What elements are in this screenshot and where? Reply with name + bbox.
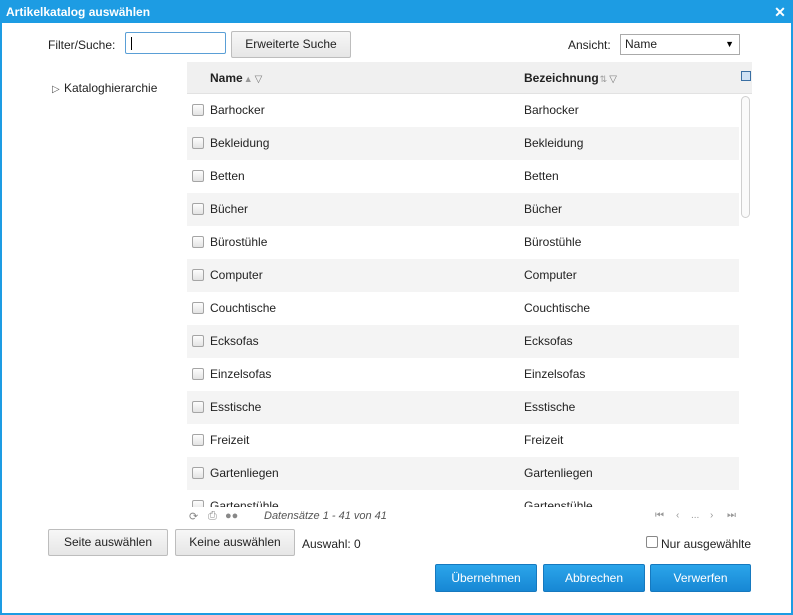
advanced-search-button[interactable]: Erweiterte Suche (231, 31, 351, 58)
cell-name: Computer (210, 268, 263, 282)
cell-bezeichnung: Bücher (524, 202, 563, 216)
column-header-bezeichnung[interactable]: Bezeichnung⇅ ▽ (524, 71, 617, 85)
row-checkbox[interactable] (192, 137, 204, 149)
table-row[interactable]: Barhocker Barhocker (187, 94, 740, 127)
cell-bezeichnung: Gartenliegen (524, 466, 593, 480)
cell-bezeichnung: Bekleidung (524, 136, 584, 150)
cell-name: Ecksofas (210, 334, 259, 348)
first-page-icon[interactable]: ⏮ (655, 510, 664, 521)
article-grid: Name▲ ▽ Bezeichnung⇅ ▽ Barhocker Barhocker B… (187, 62, 752, 507)
select-none-button[interactable]: Keine auswählen (175, 529, 295, 556)
row-checkbox[interactable] (192, 302, 204, 314)
filter-icon[interactable]: ▽ (255, 74, 263, 85)
cancel-button[interactable]: Abbrechen (543, 564, 645, 592)
prev-page-icon[interactable]: ‹ (676, 510, 679, 521)
cell-bezeichnung: Einzelsofas (524, 367, 586, 381)
table-row[interactable]: Couchtische Couchtische (187, 292, 740, 325)
row-checkbox[interactable] (192, 401, 204, 413)
only-selected-checkbox[interactable] (646, 536, 658, 548)
cell-name: Barhocker (210, 103, 265, 117)
table-row[interactable]: Einzelsofas Einzelsofas (187, 358, 740, 391)
grid-header: Name▲ ▽ Bezeichnung⇅ ▽ (187, 62, 752, 94)
sort-icon[interactable]: ⇅ (600, 74, 608, 85)
cell-name: Bekleidung (210, 136, 270, 150)
cell-name: Gartenstühle (210, 499, 279, 507)
table-row[interactable]: Bekleidung Bekleidung (187, 127, 740, 160)
selection-count: Auswahl: 0 (302, 537, 361, 551)
search-input[interactable] (125, 32, 226, 54)
filter-label: Filter/Suche: (48, 38, 116, 52)
cell-bezeichnung: Couchtische (524, 301, 591, 315)
row-checkbox[interactable] (192, 500, 204, 507)
view-label: Ansicht: (568, 38, 611, 52)
column-chooser-icon[interactable] (741, 71, 751, 81)
row-checkbox[interactable] (192, 335, 204, 347)
row-checkbox[interactable] (192, 269, 204, 281)
row-checkbox[interactable] (192, 104, 204, 116)
article-catalog-dialog: Artikelkatalog auswählen ✕ Filter/Suche:… (0, 0, 793, 615)
row-checkbox[interactable] (192, 170, 204, 182)
table-row[interactable]: Gartenstühle Gartenstühle (187, 490, 740, 507)
row-checkbox[interactable] (192, 203, 204, 215)
cell-name: Einzelsofas (210, 367, 272, 381)
scrollbar-thumb[interactable] (741, 96, 750, 218)
tree-root-label[interactable]: Kataloghierarchie (64, 81, 157, 95)
settings-dots-icon[interactable]: ●● (225, 510, 238, 522)
cell-name: Betten (210, 169, 245, 183)
expand-triangle-icon[interactable]: ▷ (52, 84, 64, 95)
cell-name: Bücher (210, 202, 249, 216)
next-page-icon[interactable]: › (710, 510, 713, 521)
cell-name: Freizeit (210, 433, 250, 447)
page-ellipsis: ... (691, 510, 700, 521)
cell-bezeichnung: Computer (524, 268, 577, 282)
refresh-icon[interactable]: ⟳ (189, 510, 198, 523)
table-row[interactable]: Esstische Esstische (187, 391, 740, 424)
row-checkbox[interactable] (192, 434, 204, 446)
text-cursor (131, 37, 132, 50)
cell-name: Gartenliegen (210, 466, 279, 480)
record-count: Datensätze 1 - 41 von 41 (264, 510, 387, 522)
select-page-button[interactable]: Seite auswählen (48, 529, 168, 556)
cell-bezeichnung: Ecksofas (524, 334, 573, 348)
table-row[interactable]: Bücher Bücher (187, 193, 740, 226)
row-checkbox[interactable] (192, 467, 204, 479)
row-checkbox[interactable] (192, 236, 204, 248)
cell-bezeichnung: Freizeit (524, 433, 564, 447)
cell-bezeichnung: Gartenstühle (524, 499, 593, 507)
column-header-bezeichnung-label: Bezeichnung (524, 71, 599, 85)
filter-icon[interactable]: ▽ (609, 74, 617, 85)
sort-icon[interactable]: ▲ (244, 74, 253, 84)
discard-button[interactable]: Verwerfen (650, 564, 751, 592)
view-select-value: Name (625, 37, 658, 51)
cell-bezeichnung: Barhocker (524, 103, 579, 117)
table-row[interactable]: Computer Computer (187, 259, 740, 292)
only-selected-label[interactable]: Nur ausgewählte (661, 537, 751, 551)
cell-name: Bürostühle (210, 235, 268, 249)
cell-bezeichnung: Betten (524, 169, 559, 183)
last-page-icon[interactable]: ⏭ (727, 510, 736, 521)
table-row[interactable]: Gartenliegen Gartenliegen (187, 457, 740, 490)
chevron-down-icon: ▼ (725, 39, 734, 49)
grid-pager: ⟳ ⎙ ●● Datensätze 1 - 41 von 41 ⏮ ‹ ... … (187, 508, 752, 526)
grid-rows: Barhocker Barhocker Bekleidung Bekleidung Be… (187, 94, 740, 507)
column-header-name-label: Name (210, 71, 243, 85)
accept-button[interactable]: Übernehmen (435, 564, 537, 592)
cell-name: Esstische (210, 400, 262, 414)
table-row[interactable]: Betten Betten (187, 160, 740, 193)
catalog-tree[interactable]: ▷ Kataloghierarchie (52, 81, 157, 95)
view-select[interactable]: Name ▼ (620, 34, 740, 55)
row-checkbox[interactable] (192, 368, 204, 380)
cell-bezeichnung: Esstische (524, 400, 576, 414)
dialog-title: Artikelkatalog auswählen (6, 5, 151, 19)
table-row[interactable]: Ecksofas Ecksofas (187, 325, 740, 358)
print-icon[interactable]: ⎙ (208, 510, 217, 523)
table-row[interactable]: Freizeit Freizeit (187, 424, 740, 457)
close-icon[interactable]: ✕ (773, 2, 787, 23)
grid-scrollbar[interactable] (739, 94, 752, 507)
column-header-name[interactable]: Name▲ ▽ (210, 71, 262, 85)
cell-bezeichnung: Bürostühle (524, 235, 582, 249)
dialog-titlebar: Artikelkatalog auswählen (2, 2, 791, 23)
cell-name: Couchtische (210, 301, 277, 315)
table-row[interactable]: Bürostühle Bürostühle (187, 226, 740, 259)
